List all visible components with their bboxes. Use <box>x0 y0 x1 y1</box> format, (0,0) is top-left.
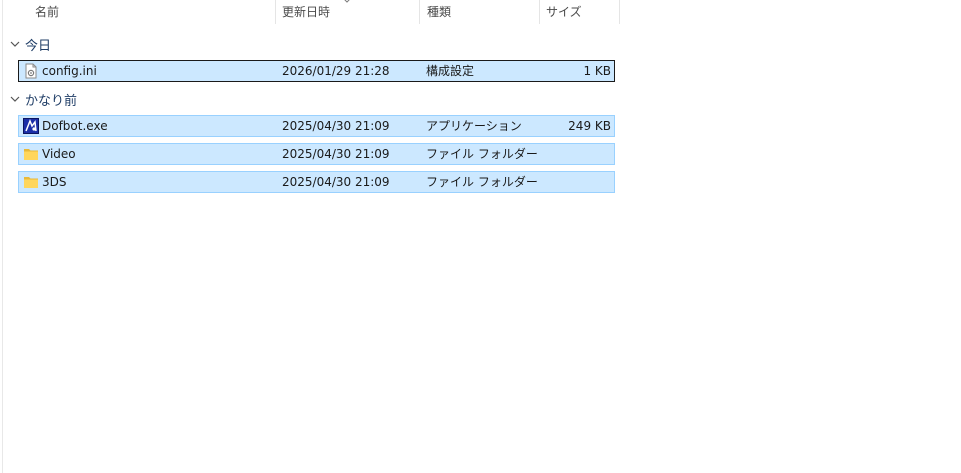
column-divider[interactable] <box>619 0 620 24</box>
file-type: ファイル フォルダー <box>426 147 538 161</box>
file-name: Video <box>42 147 76 161</box>
file-date: 2026/01/29 21:28 <box>282 64 390 78</box>
ini-file-icon <box>25 63 37 79</box>
folder-icon <box>24 177 38 188</box>
exe-app-icon <box>23 118 39 134</box>
chevron-down-icon[interactable] <box>9 38 21 50</box>
file-list-view: 名前 更新日時 種類 サイズ 今日 config.ini 2026/01/29 … <box>0 0 961 473</box>
group-label: かなり前 <box>25 93 78 109</box>
column-divider[interactable] <box>539 0 540 24</box>
file-name: 3DS <box>42 175 67 189</box>
file-row-config-ini[interactable]: config.ini 2026/01/29 21:28 構成設定 1 KB <box>18 60 615 82</box>
file-row-dofbot-exe[interactable]: Dofbot.exe 2025/04/30 21:09 アプリケーション 249… <box>18 115 615 137</box>
group-header-long-ago[interactable]: かなり前 <box>9 88 77 110</box>
column-name[interactable]: 名前 <box>35 0 270 24</box>
column-divider[interactable] <box>419 0 420 24</box>
file-size: 249 KB <box>568 119 611 133</box>
file-row-3ds-folder[interactable]: 3DS 2025/04/30 21:09 ファイル フォルダー <box>18 171 615 193</box>
file-type: ファイル フォルダー <box>426 175 538 189</box>
file-date: 2025/04/30 21:09 <box>282 147 390 161</box>
group-header-today[interactable]: 今日 <box>9 33 51 55</box>
file-name: Dofbot.exe <box>42 119 108 133</box>
column-modified[interactable]: 更新日時 <box>282 0 412 24</box>
pane-border <box>2 0 3 473</box>
column-header: 名前 更新日時 種類 サイズ <box>0 0 620 26</box>
chevron-down-icon[interactable] <box>9 93 21 105</box>
file-row-video-folder[interactable]: Video 2025/04/30 21:09 ファイル フォルダー <box>18 143 615 165</box>
file-type: アプリケーション <box>426 119 522 133</box>
column-divider[interactable] <box>275 0 276 24</box>
file-size: 1 KB <box>583 64 611 78</box>
column-type[interactable]: 種類 <box>427 0 532 24</box>
file-date: 2025/04/30 21:09 <box>282 175 390 189</box>
file-name: config.ini <box>42 64 97 78</box>
folder-icon <box>24 149 38 160</box>
file-date: 2025/04/30 21:09 <box>282 119 390 133</box>
column-size[interactable]: サイズ <box>546 0 616 24</box>
file-type: 構成設定 <box>426 64 475 78</box>
group-label: 今日 <box>25 38 52 54</box>
